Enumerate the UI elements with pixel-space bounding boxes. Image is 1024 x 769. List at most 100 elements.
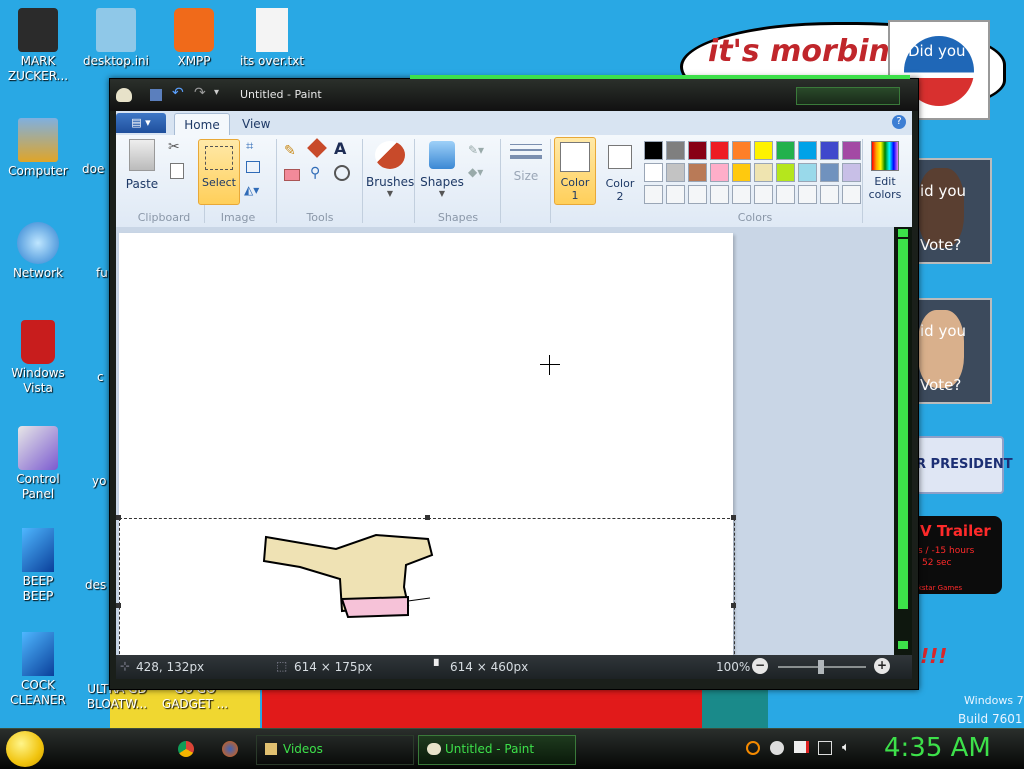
- palette-swatch[interactable]: [754, 141, 773, 160]
- network-icon[interactable]: [818, 741, 832, 755]
- fill-style-icon[interactable]: ◆▾: [468, 165, 483, 179]
- palette-swatch[interactable]: [688, 141, 707, 160]
- paste-button[interactable]: Paste: [124, 139, 160, 203]
- desktop-icon-mark-zucker[interactable]: MARK ZUCKER...: [0, 8, 76, 84]
- desktop-icon-network[interactable]: Network: [0, 222, 76, 281]
- firefox-icon[interactable]: [222, 741, 238, 757]
- palette-swatch[interactable]: [798, 141, 817, 160]
- palette-swatch[interactable]: [666, 163, 685, 182]
- selection-handle[interactable]: [731, 515, 736, 520]
- palette-swatch[interactable]: [798, 163, 817, 182]
- zoom-slider-thumb[interactable]: [818, 660, 824, 674]
- desktop-icon-control-panel[interactable]: Control Panel: [0, 426, 76, 502]
- rotate-icon[interactable]: ◭▾: [244, 183, 259, 197]
- palette-swatch[interactable]: [710, 141, 729, 160]
- taskbar-clock[interactable]: 4:35 AM: [884, 733, 991, 763]
- paint-window[interactable]: ↶ ↷ ▾ Untitled - Paint ▤ ▾ Home View ? P…: [109, 75, 919, 690]
- desktop-icon-partial-doe[interactable]: doe: [82, 162, 104, 176]
- selection-handle[interactable]: [731, 603, 736, 608]
- color1-button[interactable]: Color 1: [554, 137, 596, 205]
- title-bar[interactable]: ↶ ↷ ▾ Untitled - Paint: [110, 75, 918, 111]
- palette-swatch[interactable]: [710, 185, 729, 204]
- palette-swatch[interactable]: [798, 185, 817, 204]
- start-button-smiley-icon[interactable]: [6, 731, 44, 767]
- undo-icon[interactable]: ↶: [172, 85, 184, 101]
- zoom-in-icon[interactable]: +: [874, 658, 890, 674]
- desktop-icon-partial-fu[interactable]: fu: [96, 266, 108, 280]
- cut-icon[interactable]: ✂: [168, 139, 180, 155]
- save-icon[interactable]: [150, 89, 162, 101]
- desktop-icon-partial-yo[interactable]: yo: [92, 474, 106, 488]
- palette-swatch[interactable]: [842, 163, 861, 182]
- palette-swatch[interactable]: [842, 185, 861, 204]
- copy-icon[interactable]: [170, 163, 184, 179]
- volume-icon[interactable]: 🔈︎: [842, 740, 850, 755]
- palette-swatch[interactable]: [820, 185, 839, 204]
- text-icon[interactable]: A: [334, 139, 346, 158]
- chrome-icon[interactable]: [178, 741, 194, 757]
- brushes-button[interactable]: Brushes ▼: [366, 137, 414, 203]
- outline-icon[interactable]: ✎▾: [468, 143, 484, 157]
- pencil-icon[interactable]: ✎: [284, 143, 296, 159]
- action-center-flag-icon[interactable]: [794, 741, 809, 753]
- help-icon[interactable]: ?: [892, 115, 906, 129]
- edit-colors-button[interactable]: Edit colors: [864, 137, 906, 203]
- resize-icon[interactable]: [246, 161, 260, 173]
- zoom-out-icon[interactable]: −: [752, 658, 768, 674]
- quick-access-dropdown-icon[interactable]: ▾: [214, 87, 219, 98]
- palette-swatch[interactable]: [732, 163, 751, 182]
- tab-view[interactable]: View: [242, 117, 270, 131]
- crop-icon[interactable]: ⌗: [246, 139, 253, 154]
- palette-swatch[interactable]: [644, 185, 663, 204]
- scrollbar-thumb[interactable]: [898, 239, 908, 609]
- desktop-icon-xmpp[interactable]: XMPP: [156, 8, 232, 69]
- selection-handle[interactable]: [425, 515, 430, 520]
- selection-handle[interactable]: [116, 603, 121, 608]
- desktop-icon-desktop-ini[interactable]: desktop.ini: [78, 8, 154, 69]
- magnifier-icon[interactable]: [334, 165, 350, 181]
- desktop-icon-cock-cleaner[interactable]: COCK CLEANER: [0, 632, 76, 708]
- shapes-button[interactable]: Shapes ▼: [418, 137, 466, 203]
- palette-swatch[interactable]: [776, 185, 795, 204]
- palette-swatch[interactable]: [666, 185, 685, 204]
- size-button[interactable]: Size: [506, 141, 546, 203]
- palette-swatch[interactable]: [776, 163, 795, 182]
- color2-button[interactable]: Color 2: [600, 137, 640, 203]
- search-icon[interactable]: [746, 741, 760, 755]
- desktop-icon-windows-vista[interactable]: Windows Vista: [0, 320, 76, 396]
- palette-swatch[interactable]: [688, 163, 707, 182]
- scroll-up-arrow-icon[interactable]: [898, 229, 908, 237]
- palette-swatch[interactable]: [666, 141, 685, 160]
- fill-icon[interactable]: [307, 138, 327, 158]
- palette-swatch[interactable]: [842, 141, 861, 160]
- palette-swatch[interactable]: [644, 141, 663, 160]
- desktop-icon-computer[interactable]: Computer: [0, 118, 76, 179]
- desktop-icon-beep-beep[interactable]: BEEP BEEP: [0, 528, 76, 604]
- redo-icon[interactable]: ↷: [194, 85, 206, 101]
- file-menu-button[interactable]: ▤ ▾: [116, 113, 166, 133]
- color-picker-icon[interactable]: ⚲: [310, 165, 320, 181]
- selection-handle[interactable]: [116, 515, 121, 520]
- window-controls[interactable]: [796, 87, 900, 105]
- palette-swatch[interactable]: [820, 141, 839, 160]
- palette-swatch[interactable]: [776, 141, 795, 160]
- taskbar-button-paint[interactable]: Untitled - Paint: [418, 735, 576, 765]
- palette-swatch[interactable]: [732, 185, 751, 204]
- palette-swatch[interactable]: [732, 141, 751, 160]
- desktop-icon-its-over[interactable]: its over.txt: [234, 8, 310, 69]
- palette-swatch[interactable]: [820, 163, 839, 182]
- palette-swatch[interactable]: [710, 163, 729, 182]
- canvas-scroll-area[interactable]: [116, 227, 894, 655]
- palette-swatch[interactable]: [644, 163, 663, 182]
- minus-icon[interactable]: [770, 741, 784, 755]
- palette-swatch[interactable]: [754, 163, 773, 182]
- tab-home[interactable]: Home: [174, 113, 230, 136]
- select-button[interactable]: Select: [198, 139, 240, 205]
- desktop-icon-partial-c[interactable]: c: [97, 370, 104, 384]
- vertical-scrollbar-track[interactable]: [894, 227, 912, 655]
- eraser-icon[interactable]: [284, 169, 300, 181]
- palette-swatch[interactable]: [688, 185, 707, 204]
- palette-swatch[interactable]: [754, 185, 773, 204]
- taskbar-button-videos[interactable]: Videos: [256, 735, 414, 765]
- scroll-down-arrow-icon[interactable]: [898, 641, 908, 649]
